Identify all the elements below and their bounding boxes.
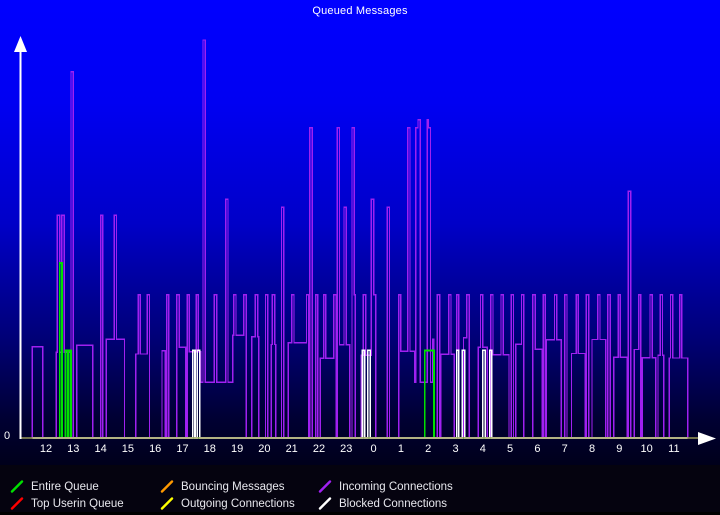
x-tick-label: 7 [561, 443, 568, 455]
x-tick-label: 18 [203, 443, 216, 455]
x-axis-tick-labels: 12 13 14 15 16 17 18 19 20 21 22 23 0 1 2 3 4 5 6 7 8 9 10 11 [0, 442, 720, 460]
x-tick-label: 15 [121, 443, 135, 455]
legend-item-label: Outgoing Connections [181, 497, 295, 510]
x-tick-label: 23 [340, 443, 353, 455]
legend-item[interactable]: Outgoing Connections [160, 495, 295, 512]
x-tick-label: 17 [176, 443, 189, 455]
y-axis-arrow-icon [14, 36, 27, 52]
x-tick-label: 19 [230, 443, 244, 455]
x-tick-label: 8 [588, 443, 596, 455]
legend-item-label: Top Userin Queue [31, 497, 124, 510]
legend-swatch-icon [318, 497, 333, 510]
x-tick-label: 14 [94, 443, 107, 455]
x-tick-label: 11 [668, 443, 680, 455]
x-tick-label: 16 [149, 443, 162, 455]
legend-item-label: Blocked Connections [339, 497, 448, 510]
x-tick-label: 22 [312, 443, 326, 455]
x-tick-label: 10 [640, 443, 653, 455]
legend-swatch-icon [10, 480, 25, 493]
x-tick-label: 0 [370, 443, 377, 455]
legend-item[interactable]: Top Userin Queue [10, 495, 124, 512]
chart-window: Queued Messages 0 12 13 14 15 16 17 18 19 20 21 22… [0, 0, 720, 512]
plot-area: Queued Messages 0 12 13 14 15 16 17 18 19 20 21 22… [0, 0, 720, 465]
x-tick-label: 21 [285, 443, 298, 455]
x-tick-label: 12 [39, 443, 53, 455]
x-tick-label: 9 [616, 443, 623, 455]
x-tick-label: 13 [67, 443, 80, 455]
x-tick-label: 5 [507, 443, 514, 455]
legend-item-label: Incoming Connections [339, 480, 453, 493]
series-layer [31, 39, 689, 439]
x-tick-label: 20 [258, 443, 271, 455]
legend-item[interactable]: Bouncing Messages [160, 478, 285, 495]
x-tick-label: 1 [397, 443, 404, 455]
legend-item[interactable]: Blocked Connections [318, 495, 447, 512]
x-tick-label: 3 [452, 443, 459, 455]
x-tick-label: 2 [425, 443, 432, 455]
legend-item[interactable]: Incoming Connections [318, 478, 453, 495]
legend-swatch-icon [318, 480, 333, 493]
legend-swatch-icon [160, 480, 175, 493]
legend-item-label: Bouncing Messages [181, 480, 285, 493]
x-tick-label: 6 [534, 443, 541, 455]
legend-swatch-icon [160, 497, 175, 510]
legend-item[interactable]: Entire Queue [10, 478, 99, 495]
y-axis-zero-label: 0 [4, 430, 11, 442]
legend-item-label: Entire Queue [31, 480, 99, 493]
legend-swatch-icon [10, 497, 25, 510]
plot-canvas [14, 36, 716, 445]
chart-legend: Entire Queue Top Userin Queue Bouncing Mes… [0, 476, 720, 512]
x-tick-label: 4 [479, 443, 486, 455]
series-incoming-connections [31, 39, 689, 439]
